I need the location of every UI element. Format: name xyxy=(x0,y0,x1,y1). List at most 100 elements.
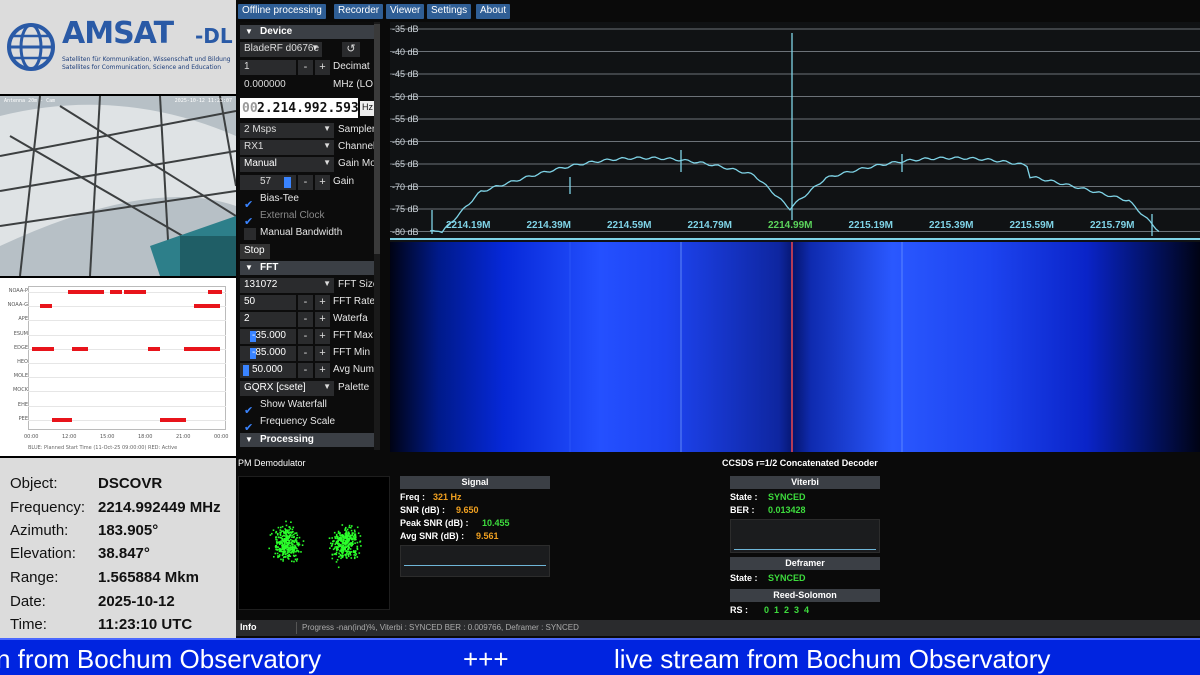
frequency-prefix: 00 xyxy=(242,101,258,116)
external-clock-checkbox[interactable]: ✔ xyxy=(244,210,256,228)
fft-rate-plus-button[interactable]: + xyxy=(315,295,330,310)
schedule-gridline xyxy=(28,405,226,407)
schedule-gridline xyxy=(28,377,226,379)
status-divider xyxy=(296,622,297,634)
gain-plus-button[interactable]: + xyxy=(315,175,330,190)
frequency-scale-label: 2214.79M xyxy=(687,220,732,231)
expand-arrow-icon: ▼ xyxy=(245,435,253,444)
fft-min-minus-button[interactable]: - xyxy=(298,346,313,361)
palette-label: Palette xyxy=(338,382,370,393)
rs-label: RS : xyxy=(730,605,748,615)
schedule-tick-label: 00:00 xyxy=(214,434,229,440)
fft-rate-minus-button[interactable]: - xyxy=(298,295,313,310)
schedule-row-label: NOAA-P xyxy=(8,288,28,294)
manual-bandwidth-checkbox[interactable] xyxy=(244,228,256,240)
fft-min-field[interactable]: -85.000 xyxy=(240,346,296,361)
reed-solomon-header: Reed-Solomon xyxy=(730,589,880,602)
pm-demodulator-title: PM Demodulator xyxy=(238,458,306,468)
gain-label: Gain xyxy=(333,176,355,187)
elevation-label: Elevation: xyxy=(10,545,76,562)
scrollbar-thumb[interactable] xyxy=(374,24,380,254)
avg-minus-button[interactable]: - xyxy=(298,363,313,378)
fft-size-select[interactable]: 131072 ▼ xyxy=(240,278,334,293)
dropdown-arrow-icon: ▼ xyxy=(311,43,319,52)
db-scale-label: -55 dB xyxy=(392,114,419,124)
avg-slider-thumb[interactable] xyxy=(243,365,249,376)
section-processing-label: Processing xyxy=(260,434,314,445)
samplerate-select[interactable]: 2 Msps ▼ xyxy=(240,123,334,138)
waterfall-rate-plus-button[interactable]: + xyxy=(315,312,330,327)
object-label: Object: xyxy=(10,475,58,492)
elevation-value: 38.847° xyxy=(98,545,150,562)
date-value: 2025-10-12 xyxy=(98,593,175,610)
menu-about[interactable]: About xyxy=(476,4,511,19)
gain-field[interactable]: 57 xyxy=(240,175,296,190)
menu-viewer[interactable]: Viewer xyxy=(386,4,425,19)
show-waterfall-checkbox[interactable]: ✔ xyxy=(244,399,256,417)
palette-select[interactable]: GQRX [csete] ▼ xyxy=(240,381,334,396)
waterfall-view[interactable] xyxy=(390,242,1200,452)
fft-min-plus-button[interactable]: + xyxy=(315,346,330,361)
bias-tee-checkbox[interactable]: ✔ xyxy=(244,193,256,211)
show-waterfall-label: Show Waterfall xyxy=(260,399,327,410)
schedule-tick-label: 15:00 xyxy=(100,434,115,440)
channel-label: Channel xyxy=(338,141,376,152)
frequency-scale-label: 2214.59M xyxy=(607,220,652,231)
waterfall-rate-minus-button[interactable]: - xyxy=(298,312,313,327)
deframer-state-label: State : xyxy=(730,573,758,583)
decimation-field[interactable]: 1 xyxy=(240,60,296,75)
ber-history-line xyxy=(734,549,876,550)
avg-plus-button[interactable]: + xyxy=(315,363,330,378)
gain-slider-thumb[interactable] xyxy=(284,177,291,188)
refresh-device-button[interactable]: ↺ xyxy=(342,42,360,57)
gain-mode-label: Gain Mo xyxy=(338,158,376,169)
section-fft[interactable]: ▼ FFT xyxy=(240,261,376,275)
decimation-value: 1 xyxy=(244,61,250,72)
waterfall-rate-value: 2 xyxy=(244,313,250,324)
freq-value: 321 Hz xyxy=(433,492,462,502)
frequency-entry[interactable]: 00 2.214.992.593 xyxy=(240,98,359,118)
viterbi-state-label: State : xyxy=(730,492,758,502)
control-panel: ▼ Device BladeRF d0676e ▼ ↺ 1 - + Decimat … xyxy=(238,22,378,450)
schedule-tick-label: 18:00 xyxy=(138,434,153,440)
lo-offset-label: MHz (LO xyxy=(333,79,373,90)
section-device-label: Device xyxy=(260,26,293,37)
menu-offline-processing[interactable]: Offline processing xyxy=(238,4,326,19)
frequency-scale-label: 2215.79M xyxy=(1090,220,1135,231)
menu-settings[interactable]: Settings xyxy=(427,4,472,19)
schedule-tick-label: 21:00 xyxy=(176,434,191,440)
fft-spectrum-view[interactable]: -35 dB -40 dB -45 dB -50 dB -55 dB -60 dB -65 … xyxy=(390,22,1200,242)
frequency-scale-label: Frequency Scale xyxy=(260,416,336,427)
avg-num-field[interactable]: 50.000 xyxy=(240,363,296,378)
section-device[interactable]: ▼ Device xyxy=(240,25,376,39)
avg-num-value: 50.000 xyxy=(252,364,283,375)
fft-max-plus-button[interactable]: + xyxy=(315,329,330,344)
decimation-plus-button[interactable]: + xyxy=(315,60,330,75)
channel-select[interactable]: RX1 ▼ xyxy=(240,140,334,155)
waterfall-image xyxy=(390,242,1200,452)
section-processing[interactable]: ▼ Processing xyxy=(240,433,376,447)
amsat-logo-panel: AMSAT -DL Satelliten für Kommunikation, … xyxy=(0,0,236,94)
menu-recorder[interactable]: Recorder xyxy=(334,4,384,19)
fft-max-label: FFT Max xyxy=(333,330,373,341)
stop-button[interactable]: Stop xyxy=(240,244,270,259)
frequency-scale-label: 2214.19M xyxy=(446,220,491,231)
gain-mode-select[interactable]: Manual ▼ xyxy=(240,157,334,172)
frequency-digits: 2.214.992.593 xyxy=(257,101,359,116)
dropdown-arrow-icon: ▼ xyxy=(323,279,331,288)
panel-scrollbar[interactable] xyxy=(374,22,380,450)
fft-max-minus-button[interactable]: - xyxy=(298,329,313,344)
peak-snr-value: 10.455 xyxy=(482,518,510,528)
db-scale-label: -65 dB xyxy=(392,159,419,169)
gain-minus-button[interactable]: - xyxy=(298,175,313,190)
schedule-footer: BLUE: Planned Start Time (11-Oct-25 09:0… xyxy=(28,445,178,451)
decimation-minus-button[interactable]: - xyxy=(298,60,313,75)
lo-offset-field[interactable]: 0.000000 xyxy=(240,78,330,93)
schedule-tick-label: 00:00 xyxy=(24,434,39,440)
fft-rate-field[interactable]: 50 xyxy=(240,295,296,310)
frequency-scale-checkbox[interactable]: ✔ xyxy=(244,416,256,434)
waterfall-rate-field[interactable]: 2 xyxy=(240,312,296,327)
fft-max-field[interactable]: -35.000 xyxy=(240,329,296,344)
info-label: Info xyxy=(240,622,257,632)
device-select[interactable]: BladeRF d0676e ▼ xyxy=(240,42,322,57)
